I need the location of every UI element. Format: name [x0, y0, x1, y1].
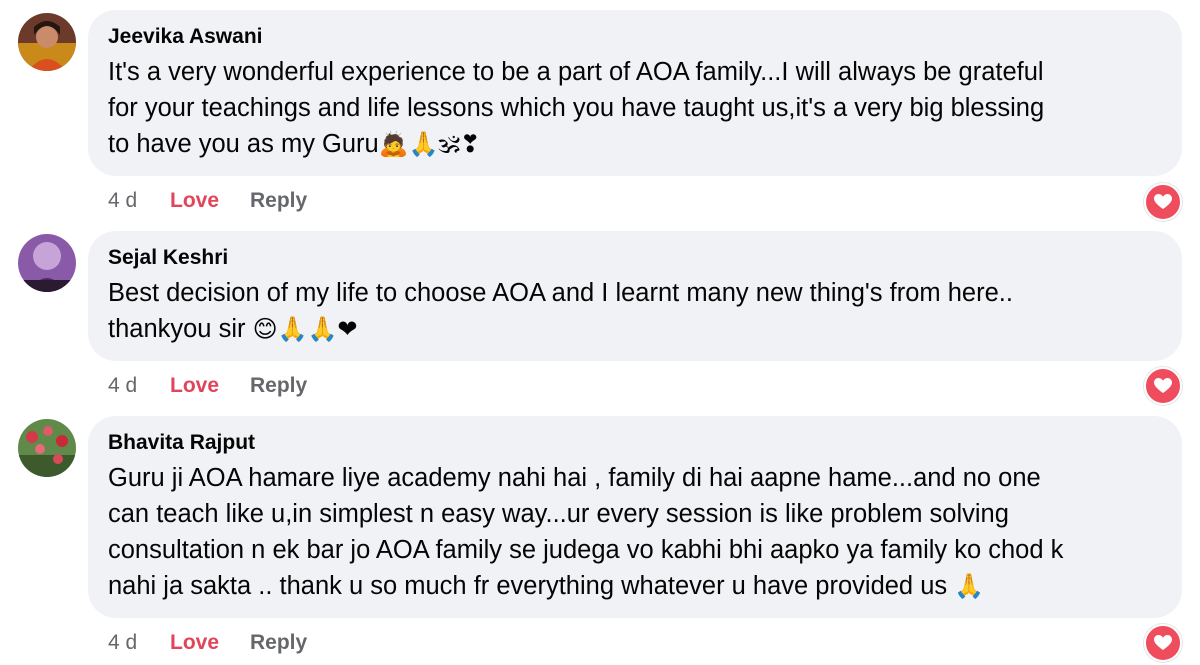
avatar-image — [18, 419, 76, 477]
emoji-group: 🙏 — [954, 572, 985, 600]
comment-text: Guru ji AOA hamare liye academy nahi hai… — [108, 460, 1162, 604]
comment-text-line: Best decision of my life to choose AOA a… — [108, 279, 1013, 307]
comment-text-segment: to have you as my Guru — [108, 130, 379, 158]
heart-icon — [1154, 194, 1172, 209]
love-button[interactable]: Love — [170, 188, 219, 214]
avatar[interactable] — [18, 234, 76, 292]
comment-text-line: nahi ja sakta .. thank u so much fr ever… — [108, 568, 1162, 604]
comment-bubble: Jeevika Aswani It's a very wonderful exp… — [88, 10, 1182, 176]
avatar[interactable] — [18, 13, 76, 71]
reaction-badge[interactable] — [1144, 624, 1182, 662]
reply-button[interactable]: Reply — [250, 630, 307, 656]
avatar-image — [18, 13, 76, 71]
comment-author[interactable]: Sejal Keshri — [108, 245, 1162, 271]
love-button[interactable]: Love — [170, 373, 219, 399]
comment-text-line: thankyou sir 😊🙏🙏❤ — [108, 311, 1162, 347]
comment-text-line: It's a very wonderful experience to be a… — [108, 58, 1044, 86]
reply-button[interactable]: Reply — [250, 373, 307, 399]
comment-author[interactable]: Jeevika Aswani — [108, 24, 1162, 50]
comment-text-segment: thankyou sir — [108, 315, 253, 343]
emoji-group: 😊🙏🙏❤ — [252, 315, 358, 343]
comment-bubble: Bhavita Rajput Guru ji AOA hamare liye a… — [88, 416, 1182, 618]
avatar-image — [18, 234, 76, 292]
comment-text-segment: nahi ja sakta .. thank u so much fr ever… — [108, 572, 955, 600]
comment-text-line: for your teachings and life lessons whic… — [108, 94, 1045, 122]
timestamp[interactable]: 4 d — [108, 188, 137, 214]
love-button[interactable]: Love — [170, 630, 219, 656]
timestamp[interactable]: 4 d — [108, 630, 137, 656]
heart-icon — [1154, 378, 1172, 393]
comment-author[interactable]: Bhavita Rajput — [108, 430, 1162, 456]
reaction-badge[interactable] — [1144, 367, 1182, 405]
comment-bubble: Sejal Keshri Best decision of my life to… — [88, 231, 1182, 361]
timestamp[interactable]: 4 d — [108, 373, 137, 399]
emoji-group: 🙇🙏🕉❣ — [378, 130, 481, 158]
comment-text-line: consultation n ek bar jo AOA family se j… — [108, 536, 1064, 564]
avatar[interactable] — [18, 419, 76, 477]
reaction-badge[interactable] — [1144, 183, 1182, 221]
comment-text-line: can teach like u,in simplest n easy way.… — [108, 500, 1009, 528]
heart-icon — [1154, 635, 1172, 650]
comment-text-line: to have you as my Guru🙇🙏🕉❣ — [108, 126, 1162, 162]
comment-text: Best decision of my life to choose AOA a… — [108, 275, 1162, 347]
reply-button[interactable]: Reply — [250, 188, 307, 214]
comment-text-line: Guru ji AOA hamare liye academy nahi hai… — [108, 464, 1041, 492]
comment-text: It's a very wonderful experience to be a… — [108, 54, 1162, 162]
